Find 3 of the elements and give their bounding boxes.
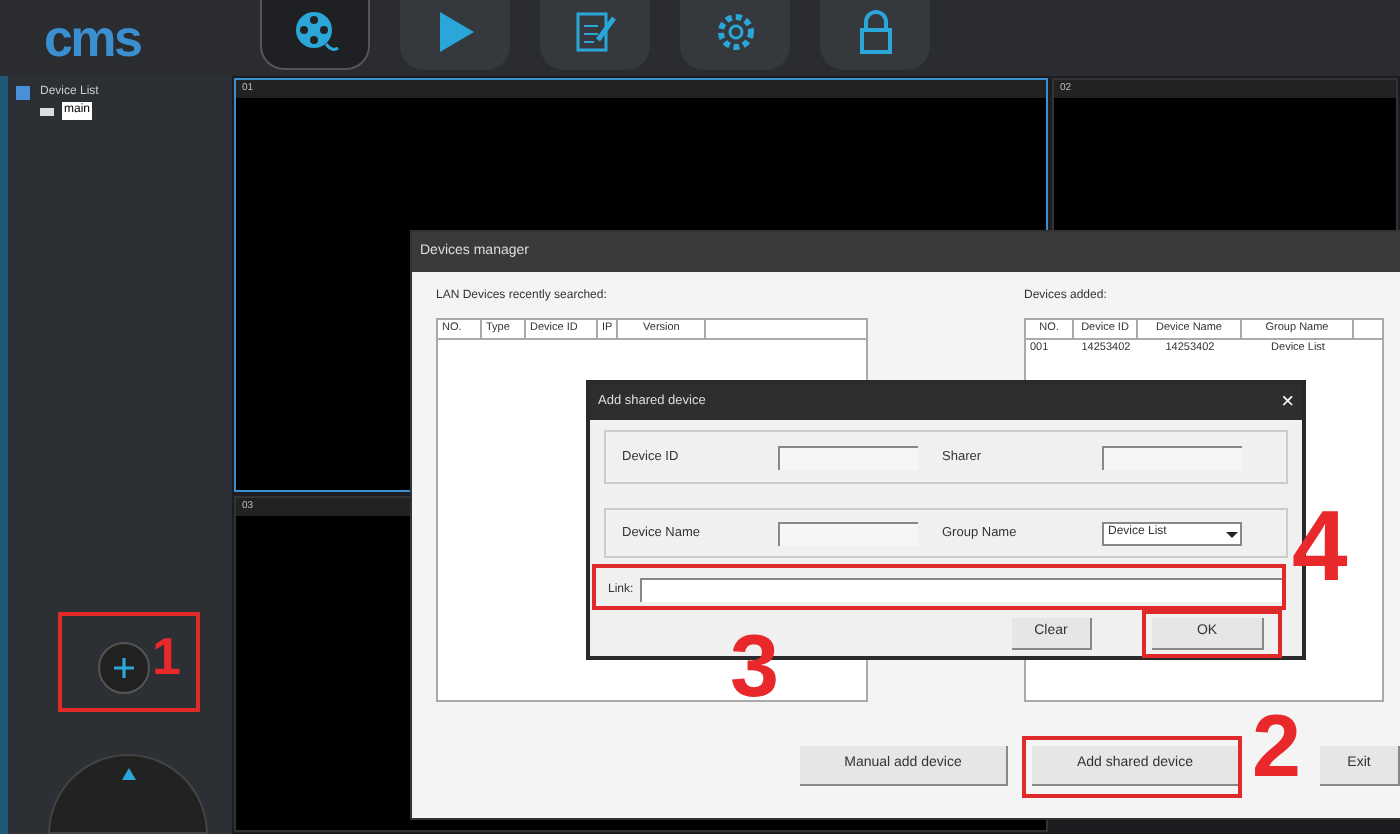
step-number: 1 — [152, 630, 181, 682]
app-logo: cms — [42, 12, 143, 64]
step-number: 2 — [1252, 704, 1301, 792]
